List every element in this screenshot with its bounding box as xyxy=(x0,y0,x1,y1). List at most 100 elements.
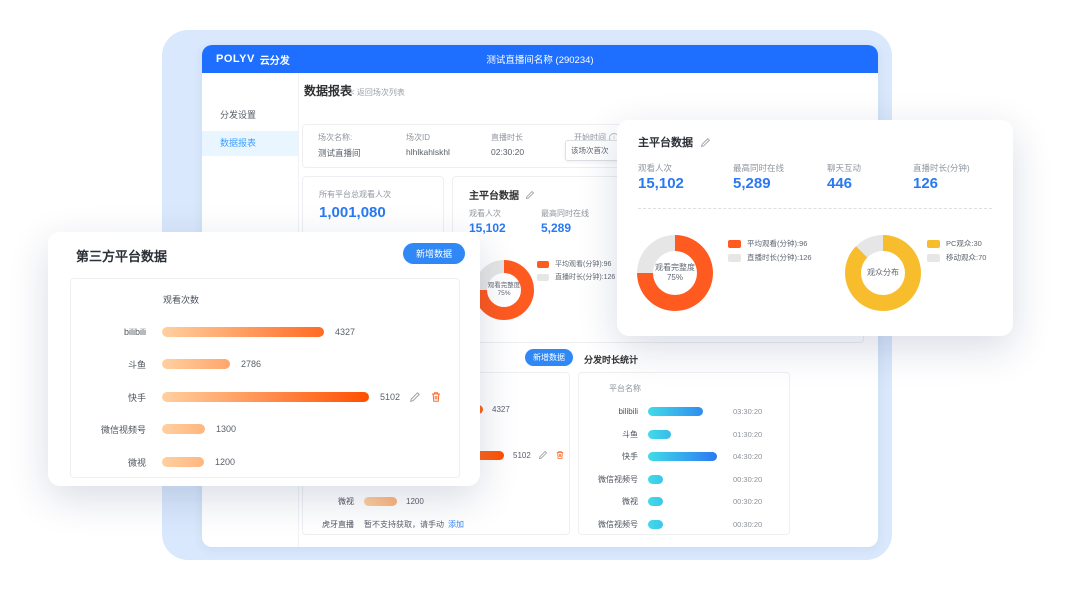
legend-avg-watch-text: 平均观看(分钟):96 xyxy=(747,238,807,249)
bar xyxy=(162,359,230,369)
session-name-value: 测试直播间 xyxy=(318,147,361,159)
bar-time: 01:30:20 xyxy=(733,430,762,439)
session-duration-value: 02:30:20 xyxy=(491,147,524,157)
main-platform-card-title-row: 主平台数据 xyxy=(638,134,711,150)
session-duration-label: 直播时长 xyxy=(491,132,523,143)
bar xyxy=(162,424,205,434)
views-column-header: 观看次数 xyxy=(163,293,199,306)
main-platform-card-title: 主平台数据 xyxy=(638,134,693,150)
stat-peak-value: 5,289 xyxy=(733,175,771,192)
bg-legend-avg-watch: 平均观看(分钟):96 xyxy=(537,259,611,269)
views-bg-note-row: 虎牙直播 暂不支持获取，请手动 添加 xyxy=(306,518,464,530)
bg-legend-avg-watch-text: 平均观看(分钟):96 xyxy=(555,259,611,269)
total-views-value: 1,001,080 xyxy=(319,204,386,221)
stat-duration-value: 126 xyxy=(913,175,938,192)
bar xyxy=(648,452,717,461)
bar-label: 快手 xyxy=(76,391,146,404)
audience-donut: 观众分布 xyxy=(845,235,921,311)
views-row: 斗鱼 2786 xyxy=(76,358,261,370)
bar-value: 4327 xyxy=(492,405,510,414)
views-row: bilibili 4327 xyxy=(76,326,355,338)
legend-live-duration: 直播时长(分钟):126 xyxy=(728,252,812,263)
stat-chat-label: 聊天互动 xyxy=(827,162,861,174)
bar xyxy=(648,497,663,506)
legend-pc-audience: PC观众:30 xyxy=(927,238,982,249)
edit-icon[interactable] xyxy=(525,190,535,200)
bar-label: 斗鱼 xyxy=(584,429,638,440)
back-to-session-list-link[interactable]: < 返回场次列表 xyxy=(350,87,405,98)
duration-row: 微视 00:30:20 xyxy=(584,495,784,507)
bg-stat-peak-label: 最高同时在线 xyxy=(541,208,589,219)
bar xyxy=(364,497,397,506)
duration-column-header: 平台名称 xyxy=(609,383,641,394)
bar-label: 微信视频号 xyxy=(76,423,146,436)
duration-row: 微信视频号 00:30:20 xyxy=(584,473,784,485)
completion-donut-center: 观看完整度 75% xyxy=(637,235,713,311)
edit-icon[interactable] xyxy=(538,450,548,460)
bar-label: 快手 xyxy=(584,451,638,462)
stat-views-value: 15,102 xyxy=(638,175,684,192)
bar xyxy=(648,430,671,439)
completion-donut: 观看完整度 75% xyxy=(637,235,713,311)
bar-time: 03:30:20 xyxy=(733,407,762,416)
duration-section-title: 分发时长统计 xyxy=(584,353,638,366)
legend-live-duration-text: 直播时长(分钟):126 xyxy=(747,252,812,263)
edit-icon[interactable] xyxy=(700,137,711,148)
add-data-button[interactable]: 新增数据 xyxy=(403,243,465,264)
bar xyxy=(162,392,369,402)
app-header: POLYV 云分发 测试直播间名称 (290234) xyxy=(202,45,878,73)
bar xyxy=(648,407,703,416)
duration-row: 微信视频号 00:30:20 xyxy=(584,518,784,530)
bar-value: 1200 xyxy=(406,497,424,506)
page: POLYV 云分发 测试直播间名称 (290234) 分发设置 数据报表 数据报… xyxy=(0,0,1080,599)
bg-stat-peak-value: 5,289 xyxy=(541,221,571,235)
page-title: 数据报表 xyxy=(304,82,352,99)
bar-label: bilibili xyxy=(76,327,146,337)
legend-pc-audience-text: PC观众:30 xyxy=(946,238,982,249)
legend-swatch-orange xyxy=(537,261,549,268)
bar-label: 微信视频号 xyxy=(584,474,638,485)
stat-duration-label: 直播时长(分钟) xyxy=(913,162,970,174)
bar-time: 04:30:20 xyxy=(733,452,762,461)
stat-peak-label: 最高同时在线 xyxy=(733,162,784,174)
views-bg-row: 微视 1200 xyxy=(306,495,424,507)
sidebar-item-distribution-settings[interactable]: 分发设置 xyxy=(202,103,298,128)
delete-icon[interactable] xyxy=(555,450,565,460)
legend-swatch-gray xyxy=(927,254,940,262)
bar xyxy=(648,475,663,484)
add-data-button-bg[interactable]: 新增数据 xyxy=(525,349,573,366)
bar-value: 1200 xyxy=(215,457,235,467)
bg-completion-donut: 观看完整度 75% xyxy=(474,260,534,320)
third-party-data-card: 第三方平台数据 新增数据 观看次数 bilibili 4327 斗鱼 2786 … xyxy=(48,232,480,486)
total-views-card: 所有平台总观看人次 1,001,080 xyxy=(302,176,444,236)
completion-center-label: 观看完整度 xyxy=(655,263,695,273)
bg-donut-center-value: 75% xyxy=(497,290,510,298)
legend-mobile-audience-text: 移动观众:70 xyxy=(946,252,986,263)
note-text: 暂不支持获取，请手动 xyxy=(364,519,444,530)
views-row: 微视 1200 xyxy=(76,456,235,468)
add-manually-link[interactable]: 添加 xyxy=(448,519,464,530)
bar-label: 微视 xyxy=(76,456,146,469)
bar-label: 斗鱼 xyxy=(76,358,146,371)
bar-time: 00:30:20 xyxy=(733,520,762,529)
duration-row: 快手 04:30:20 xyxy=(584,450,784,462)
bg-stat-views-value: 15,102 xyxy=(469,221,506,235)
bar-value: 5102 xyxy=(513,451,531,460)
note-platform-label: 虎牙直播 xyxy=(306,519,354,530)
sidebar-item-data-report[interactable]: 数据报表 xyxy=(202,131,298,156)
edit-icon[interactable] xyxy=(409,391,421,403)
bar-label: bilibili xyxy=(584,407,638,416)
bar-value: 1300 xyxy=(216,424,236,434)
audience-center-label: 观众分布 xyxy=(867,268,899,278)
bg-donut-center-label: 观看完整度 75% xyxy=(474,260,534,320)
main-platform-data-card: 主平台数据 观看人次 15,102 最高同时在线 5,289 聊天互动 446 … xyxy=(617,120,1013,336)
delete-icon[interactable] xyxy=(430,391,442,403)
bar xyxy=(648,520,663,529)
legend-swatch-yellow xyxy=(927,240,940,248)
bar-value: 4327 xyxy=(335,327,355,337)
views-row: 快手 5102 xyxy=(76,391,442,403)
bar xyxy=(162,457,204,467)
legend-avg-watch: 平均观看(分钟):96 xyxy=(728,238,807,249)
bar xyxy=(162,327,324,337)
main-platform-bg-title-row: 主平台数据 xyxy=(469,187,535,202)
